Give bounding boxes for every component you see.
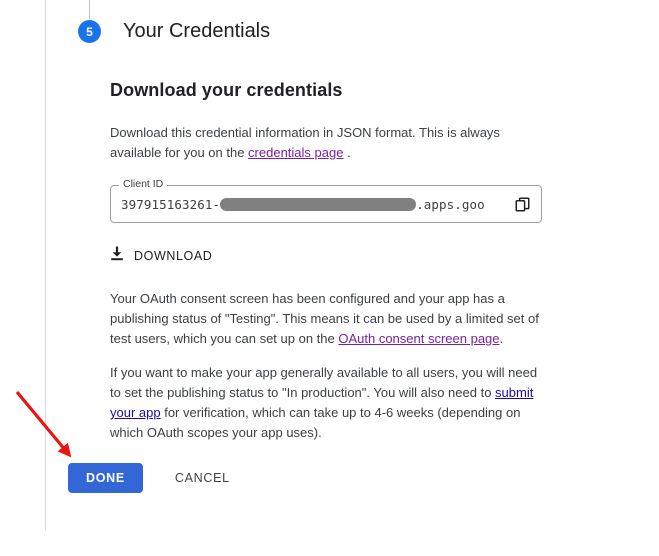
step-title: Your Credentials xyxy=(123,20,271,42)
credentials-section: Download your credentials Download this … xyxy=(110,80,542,457)
credentials-page-link[interactable]: credentials page xyxy=(248,145,343,160)
oauth-consent-screen-page-link[interactable]: OAuth consent screen page xyxy=(338,331,499,346)
client-id-redaction-bar xyxy=(220,197,417,211)
download-button-label: DOWNLOAD xyxy=(134,249,213,263)
oauth-consent-paragraph: Your OAuth consent screen has been confi… xyxy=(110,289,542,349)
client-id-value[interactable]: 397915163261- .apps.goo xyxy=(121,185,502,223)
client-id-field[interactable]: Client ID 397915163261- .apps.goo xyxy=(110,178,542,223)
client-id-prefix: 397915163261- xyxy=(121,196,221,212)
intro-text-after: . xyxy=(343,145,351,160)
step-number-badge: 5 xyxy=(78,20,101,43)
stepper-vertical-rule xyxy=(45,0,46,530)
download-button[interactable]: DOWNLOAD xyxy=(110,245,230,267)
production-paragraph: If you want to make your app generally a… xyxy=(110,363,542,443)
page-root: 5 Your Credentials Download your credent… xyxy=(0,0,659,556)
production-text-after: for verification, which can take up to 4… xyxy=(110,405,521,440)
download-icon xyxy=(110,246,124,266)
copy-icon[interactable] xyxy=(510,192,534,216)
section-heading: Download your credentials xyxy=(110,80,343,100)
client-id-suffix: .apps.goo xyxy=(416,196,485,212)
intro-paragraph: Download this credential information in … xyxy=(110,123,542,163)
step-header: 5 Your Credentials xyxy=(78,20,270,43)
production-text-before: If you want to make your app generally a… xyxy=(110,365,538,400)
done-button[interactable]: DONE xyxy=(68,463,143,493)
stepper-connector-line xyxy=(89,0,90,19)
oauth-text-after: . xyxy=(499,331,504,346)
footer-actions: DONE CANCEL xyxy=(68,463,240,493)
cancel-button[interactable]: CANCEL xyxy=(165,463,240,493)
